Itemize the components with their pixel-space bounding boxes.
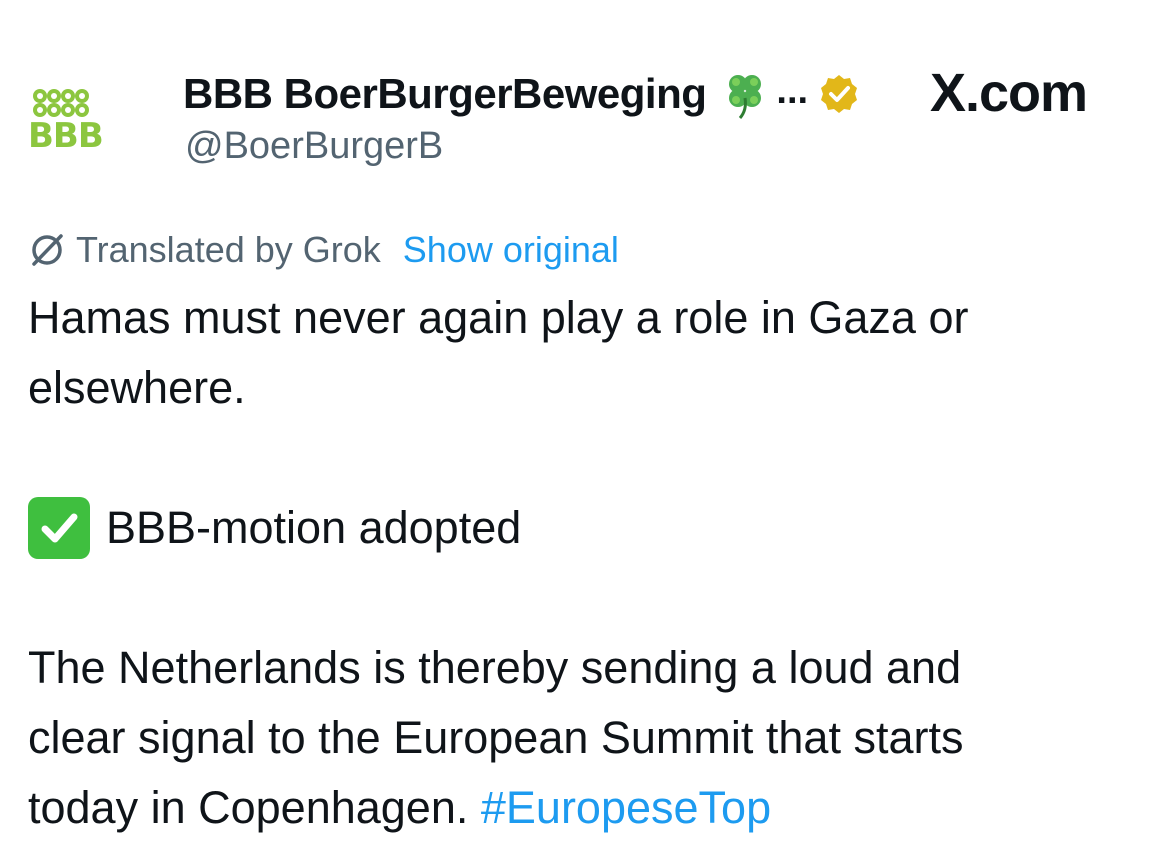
x-com-watermark: X.com	[930, 63, 1088, 123]
translation-row: Translated by Grok Show original	[28, 226, 619, 274]
show-original-link[interactable]: Show original	[403, 229, 619, 271]
motion-text: BBB-motion adopted	[106, 502, 522, 553]
hashtag-link[interactable]: #EuropeseTop	[481, 782, 771, 833]
motion-line: BBB-motion adopted	[28, 493, 1148, 563]
verified-badge-icon[interactable]	[818, 73, 860, 115]
post-body: Hamas must never again play a role in Ga…	[28, 283, 1148, 843]
four-leaf-clover-icon	[729, 75, 762, 119]
translate-icon	[32, 234, 63, 266]
user-handle[interactable]: @BoerBurgerB	[185, 125, 443, 168]
name-truncation: ...	[776, 69, 809, 112]
translated-by-label: Translated by Grok	[76, 229, 381, 270]
post-text-line: clear signal to the European Summit that…	[28, 712, 964, 763]
logo-text: BBB	[28, 116, 104, 156]
display-name[interactable]: BBB BoerBurgerBeweging	[183, 70, 707, 118]
avatar[interactable]: BBB	[28, 86, 156, 156]
post-text-line: elsewhere.	[28, 362, 246, 413]
post-text-segment: today in Copenhagen.	[28, 782, 469, 833]
post-text-line: today in Copenhagen. #EuropeseTop	[28, 773, 1148, 843]
display-name-row[interactable]: BBB BoerBurgerBeweging ...	[183, 66, 860, 122]
post-screenshot: BBB BBB BoerBurgerBeweging ... @BoerBurg…	[0, 0, 1170, 866]
post-text-line: Hamas must never again play a role in Ga…	[28, 292, 969, 343]
check-mark-icon	[28, 497, 90, 559]
post-text-line: The Netherlands is thereby sending a lou…	[28, 642, 962, 693]
